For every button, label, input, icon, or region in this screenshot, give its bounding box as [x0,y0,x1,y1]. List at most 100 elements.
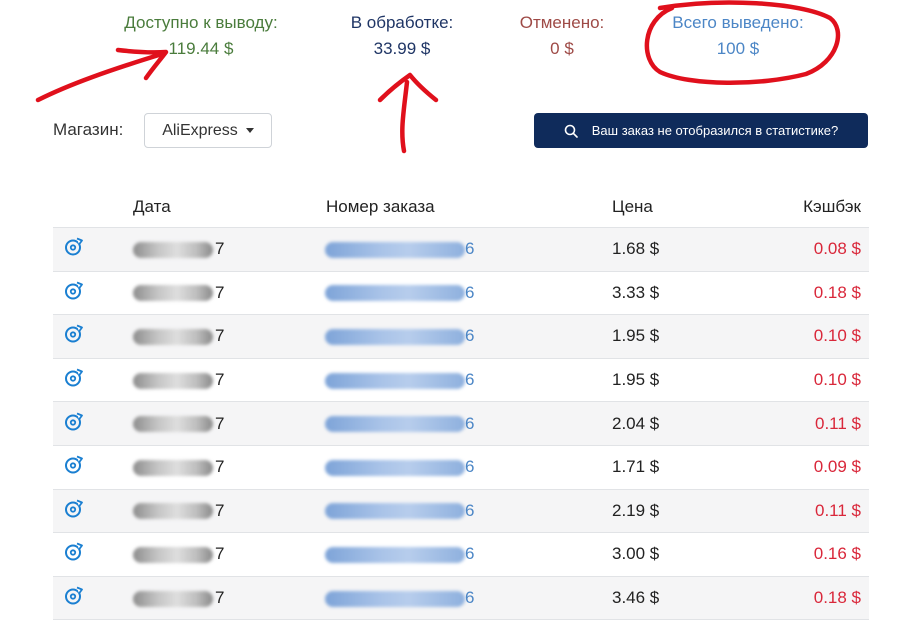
price-cell: 1.68 $ [612,239,660,259]
redacted-date [133,372,213,389]
cashback-cell: 0.18 $ [813,282,861,302]
missing-order-button-label: Ваш заказ не отобразился в статистике? [591,123,839,138]
redacted-date [133,416,213,433]
date-cell: 7 [133,501,224,521]
date-tail: 7 [215,588,225,608]
order-tail: 6 [465,500,475,520]
stat-processing-value: 33.99 $ [373,39,431,58]
stat-withdrawn-value: 100 $ [716,39,760,58]
date-cell: 7 [133,370,225,390]
price-cell: 3.00 $ [612,544,660,564]
refresh-icon[interactable] [63,497,85,524]
table-body: 7 6 1.68 $ 0.08 $ 7 6 3.33 $ 0.18 $ 7 6 … [53,228,869,620]
date-cell: 7 [133,326,225,346]
caret-down-icon [245,128,254,133]
stat-withdrawn-label: Всего выведено: [672,13,804,32]
date-tail: 7 [215,457,225,477]
order-tail: 6 [465,282,475,302]
table-row: 7 6 1.71 $ 0.09 $ [53,446,869,490]
date-tail: 7 [215,239,225,259]
refresh-icon[interactable] [63,541,85,568]
orders-table: Дата Номер заказа Цена Кэшбэк 7 6 1.68 $… [53,185,869,620]
annotation-arrow-up [400,79,410,154]
shop-select[interactable]: AliExpress [144,113,272,148]
redacted-order-number [325,329,465,345]
order-cell[interactable]: 6 [325,326,474,346]
order-cell[interactable]: 6 [325,501,474,521]
order-cell[interactable]: 6 [325,457,474,477]
header-order: Номер заказа [326,197,435,216]
order-tail: 6 [465,544,475,564]
order-cell[interactable]: 6 [325,414,474,434]
table-row: 7 6 1.95 $ 0.10 $ [53,359,869,403]
refresh-icon[interactable] [63,279,85,306]
date-cell: 7 [133,588,225,608]
redacted-date [133,329,213,345]
cashback-cell: 0.11 $ [814,413,861,433]
header-date: Дата [133,197,171,216]
header-price: Цена [612,197,653,216]
date-tail: 7 [215,282,225,302]
cashback-cell: 0.11 $ [814,500,861,520]
redacted-date [133,503,213,520]
date-tail: 7 [215,544,225,564]
order-tail: 6 [465,239,475,259]
table-row: 7 6 1.95 $ 0.10 $ [53,315,869,359]
price-cell: 1.95 $ [612,326,660,346]
redacted-date [133,459,213,476]
refresh-icon[interactable] [63,367,85,394]
order-cell[interactable]: 6 [325,239,474,259]
redacted-order-number [325,459,465,476]
date-cell: 7 [133,544,225,564]
refresh-icon[interactable] [63,410,85,437]
price-cell: 3.33 $ [612,282,660,302]
table-row: 7 6 2.19 $ 0.11 $ [53,489,869,534]
order-cell[interactable]: 6 [325,588,474,608]
date-tail: 7 [215,370,225,390]
price-cell: 1.95 $ [612,370,660,390]
price-cell: 1.71 $ [612,457,660,477]
redacted-date [133,285,213,302]
stat-available-value: 119.44 $ [168,39,234,58]
stat-cancelled-value: 0 $ [550,39,574,58]
search-icon [564,124,578,138]
shop-label: Магазин: [53,120,124,139]
order-tail: 6 [465,370,475,390]
table-row: 7 6 1.68 $ 0.08 $ [53,228,869,272]
redacted-date [133,546,213,563]
cashback-cell: 0.09 $ [813,457,861,477]
stat-cancelled: Отменено: 0 $ [502,13,622,59]
date-tail: 7 [215,326,225,346]
date-tail: 7 [215,413,225,433]
order-tail: 6 [465,413,475,433]
price-cell: 2.19 $ [612,500,660,520]
date-cell: 7 [133,457,225,477]
redacted-order-number [325,285,465,302]
refresh-icon[interactable] [63,585,85,612]
order-tail: 6 [465,457,475,477]
refresh-icon[interactable] [63,323,85,350]
refresh-icon[interactable] [63,454,85,481]
table-row: 7 6 2.04 $ 0.11 $ [53,402,869,446]
date-cell: 7 [133,239,225,259]
redacted-order-number [325,416,465,433]
annotation-arrow-up-head [377,72,439,103]
date-cell: 7 [133,282,225,303]
redacted-order-number [325,241,465,258]
order-cell[interactable]: 6 [325,283,474,303]
refresh-icon[interactable] [63,236,85,263]
stat-processing: В обработке: 33.99 $ [322,13,482,59]
cashback-cell: 0.16 $ [813,544,861,564]
header-cashback: Кэшбэк [803,197,861,216]
stat-cancelled-label: Отменено: [519,13,605,32]
missing-order-button[interactable]: Ваш заказ не отобразился в статистике? [534,113,868,148]
redacted-order-number [325,503,465,520]
table-row: 7 6 3.33 $ 0.18 $ [53,272,869,316]
order-cell[interactable]: 6 [325,544,474,564]
cashback-cell: 0.08 $ [813,239,861,259]
stat-available-label: Доступно к выводу: [124,13,278,32]
price-cell: 2.04 $ [612,413,660,433]
order-cell[interactable]: 6 [325,370,474,390]
redacted-date [133,241,213,258]
redacted-order-number [325,372,465,389]
